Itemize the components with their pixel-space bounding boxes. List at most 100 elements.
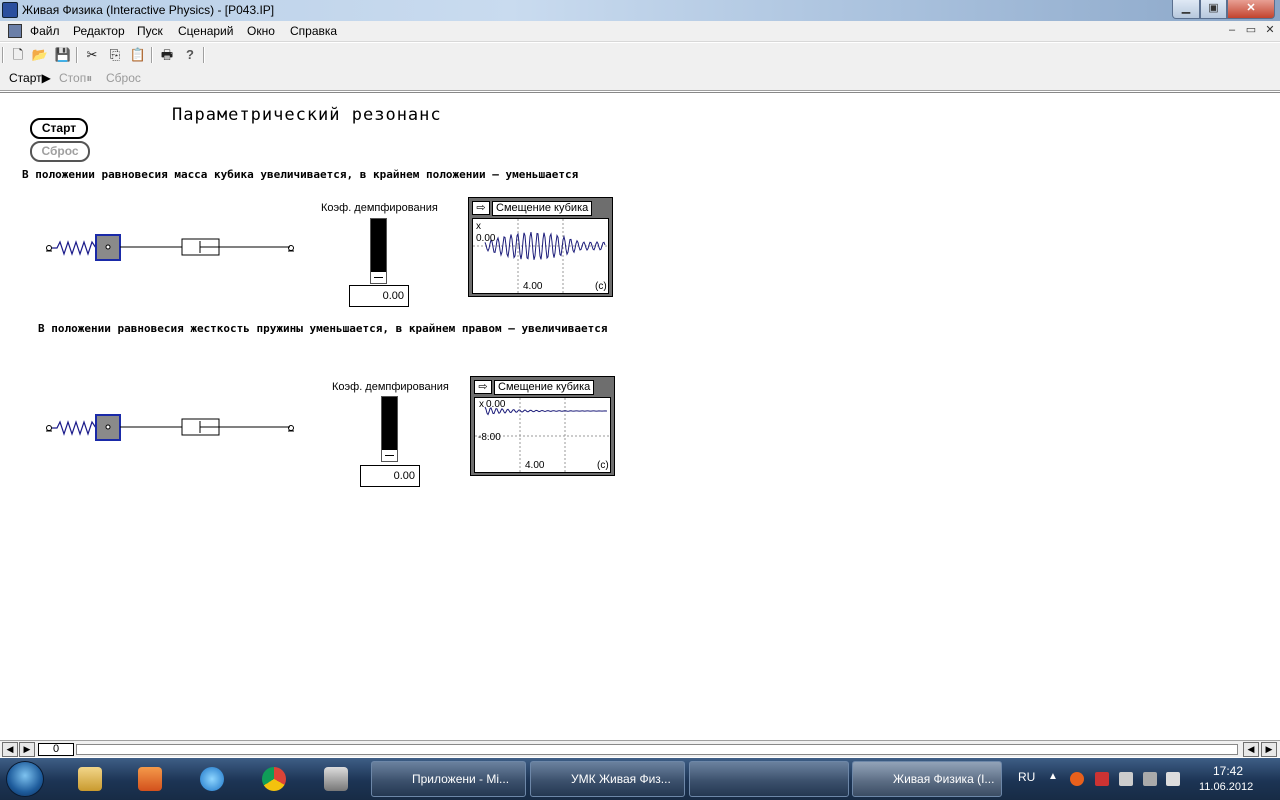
tray-app-icon[interactable] <box>1070 772 1084 786</box>
tray-expand-icon[interactable]: ▲ <box>1048 771 1058 782</box>
help-icon[interactable]: ? <box>180 45 200 65</box>
printer-app-icon <box>324 767 348 791</box>
toolbar-separator <box>203 47 205 63</box>
toolbar-separator <box>76 47 78 63</box>
run-button[interactable]: Старт▶ <box>6 70 54 88</box>
graph-plot: x 0.00 4.00 (c) <box>472 218 609 294</box>
damper-icon <box>181 238 290 256</box>
scroll-left-icon[interactable]: ◀ <box>2 742 18 757</box>
graph-x-unit: (c) <box>597 460 609 471</box>
new-file-icon[interactable]: 🗋 <box>8 45 28 65</box>
section1-mechanism <box>46 234 294 261</box>
menu-run[interactable]: Пуск <box>137 24 163 38</box>
chrome-icon <box>262 767 286 791</box>
section1-damping-slider[interactable] <box>370 218 387 284</box>
graph-y-label: x <box>479 399 484 410</box>
graph-title: Смещение кубика <box>494 380 595 395</box>
simulation-title: Параметрический резонанс <box>172 105 442 125</box>
language-indicator[interactable]: RU <box>1018 770 1035 784</box>
section2-mechanism <box>46 414 294 441</box>
graph-arrow-icon[interactable]: ⇨ <box>472 201 490 215</box>
menu-help[interactable]: Справка <box>290 24 337 38</box>
copy-icon[interactable]: ⎘ <box>105 45 125 65</box>
document-icon[interactable] <box>8 24 22 38</box>
mdi-minimize-button[interactable]: – <box>1224 24 1240 39</box>
scroll-end-left-icon[interactable]: ◀ <box>1243 742 1259 757</box>
cut-icon[interactable]: ✂ <box>82 45 102 65</box>
section1-slider-label: Коэф. демпфирования <box>321 202 438 214</box>
open-folder-icon[interactable]: 📂 <box>30 45 50 65</box>
section1-description: В положении равновесия масса кубика увел… <box>22 168 579 181</box>
menu-script[interactable]: Сценарий <box>178 24 233 38</box>
menu-file[interactable]: Файл <box>30 24 60 38</box>
spring-icon <box>52 240 97 256</box>
graph-y-tick: 0.00 <box>476 233 496 244</box>
mdi-close-button[interactable]: ✕ <box>1262 24 1278 39</box>
stop-button[interactable]: Стоп⏸ <box>56 70 95 88</box>
toolbar: 🗋 📂 💾 ✂ ⎘ 📋 🖶 ? <box>0 43 1280 67</box>
graph-title: Смещение кубика <box>492 201 593 216</box>
start-button-icon[interactable] <box>6 761 44 797</box>
mdi-restore-button[interactable]: ▭ <box>1243 24 1259 39</box>
scroll-track[interactable] <box>76 744 1238 755</box>
chrome-pin[interactable] <box>250 762 298 796</box>
frame-scrollbar[interactable]: ◀ ▶ 0 ◀ ▶ <box>0 740 1280 757</box>
explorer-pin[interactable] <box>66 762 114 796</box>
section1-graph: ⇨ Смещение кубика x 0.00 4.00 (c) <box>468 197 613 297</box>
scroll-end-right-icon[interactable]: ▶ <box>1261 742 1277 757</box>
graph-x-unit: (c) <box>595 281 607 292</box>
clock-time[interactable]: 17:42 <box>1213 764 1243 778</box>
task-interactive-physics[interactable]: Живая Физика (I... <box>852 761 1002 797</box>
maximize-button[interactable]: ▣ <box>1200 0 1227 19</box>
paste-icon[interactable]: 📋 <box>128 45 148 65</box>
action-center-icon[interactable] <box>1095 772 1109 786</box>
anchor-left-icon <box>46 245 52 252</box>
media-player-pin[interactable] <box>126 762 174 796</box>
scroll-right-icon[interactable]: ▶ <box>19 742 35 757</box>
section1-damping-value[interactable]: 0.00 <box>349 285 409 307</box>
save-icon[interactable]: 💾 <box>53 45 73 65</box>
section2-description: В положении равновесия жесткость пружины… <box>38 322 608 335</box>
simulation-workspace: Параметрический резонанс Старт Сброс В п… <box>0 92 1280 740</box>
frame-counter: 0 <box>38 743 74 756</box>
title-bar: Живая Физика (Interactive Physics) - [P0… <box>0 0 1280 21</box>
close-button[interactable]: ✕ <box>1227 0 1275 19</box>
media-player-icon <box>138 767 162 791</box>
section2-slider-label: Коэф. демпфирования <box>332 381 449 393</box>
menu-edit[interactable]: Редактор <box>73 24 125 38</box>
damper-icon <box>181 418 290 436</box>
graph-arrow-icon[interactable]: ⇨ <box>474 380 492 394</box>
menu-bar: Файл Редактор Пуск Сценарий Окно Справка… <box>0 21 1280 42</box>
network-icon[interactable] <box>1143 772 1157 786</box>
menu-window[interactable]: Окно <box>247 24 275 38</box>
sim-start-button[interactable]: Старт <box>30 118 88 139</box>
toolbar-separator <box>151 47 153 63</box>
task-word[interactable]: Приложени - Mi... <box>371 761 526 797</box>
device-icon[interactable] <box>1119 772 1133 786</box>
section2-damping-slider[interactable] <box>381 396 398 462</box>
graph-plot: x 0.00 -8.00 4.00 (c) <box>474 397 611 473</box>
taskbar: Приложени - Mi... УМК Живая Физ... Живая… <box>0 758 1280 800</box>
slider-thumb[interactable] <box>382 449 397 461</box>
sim-reset-button[interactable]: Сброс <box>30 141 90 162</box>
graph-y-tick-top: 0.00 <box>486 399 506 410</box>
slider-thumb[interactable] <box>371 271 386 283</box>
reset-button[interactable]: Сброс <box>103 70 144 88</box>
window-title: Живая Физика (Interactive Physics) - [P0… <box>22 3 275 17</box>
clock-date[interactable]: 11.06.2012 <box>1199 781 1253 793</box>
anchor-right-icon <box>288 425 294 432</box>
minimize-button[interactable]: ▁ <box>1172 0 1200 19</box>
section2-graph: ⇨ Смещение кубика x 0.00 -8.00 4.00 (c) <box>470 376 615 476</box>
task-umk[interactable]: УМК Живая Физ... <box>530 761 685 797</box>
graph-x-tick: 4.00 <box>525 460 545 471</box>
internet-explorer-icon <box>200 767 224 791</box>
volume-icon[interactable] <box>1166 772 1180 786</box>
app-pin[interactable] <box>312 762 360 796</box>
toolbar-separator <box>2 47 4 63</box>
folder-icon <box>78 767 102 791</box>
ie-pin[interactable] <box>188 762 236 796</box>
print-icon[interactable]: 🖶 <box>157 45 177 65</box>
section2-damping-value[interactable]: 0.00 <box>360 465 420 487</box>
task-ip-blank[interactable] <box>689 761 849 797</box>
app-icon[interactable] <box>2 2 18 18</box>
